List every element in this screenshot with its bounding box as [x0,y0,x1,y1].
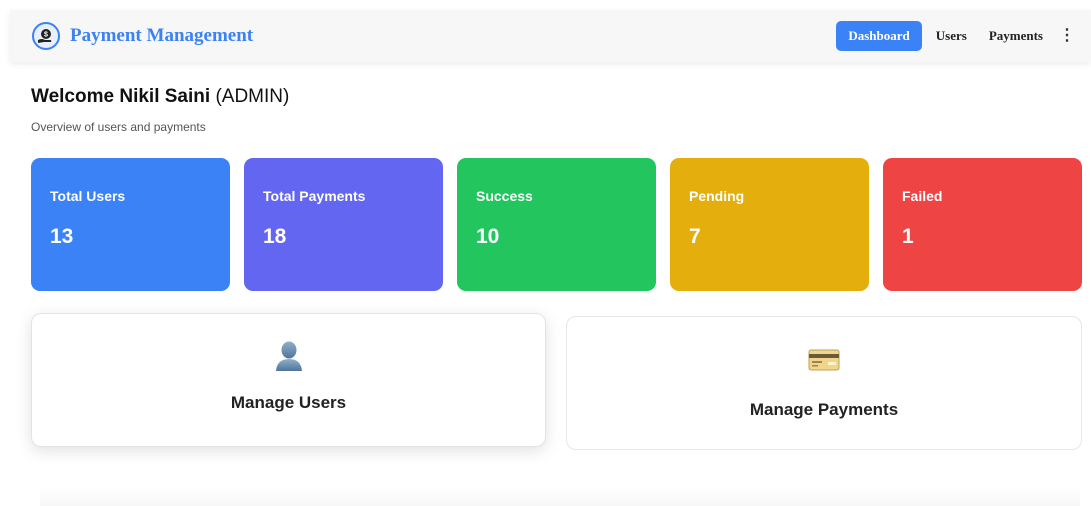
manage-payments-title: Manage Payments [749,400,899,419]
money-hand-logo-icon: $ [32,22,60,50]
stat-label: Total Payments [263,188,366,204]
more-menu-icon[interactable]: ⋮ [1057,28,1077,44]
manage-payments-card[interactable]: Manage Payments [566,316,1082,450]
welcome-heading: Welcome Nikil Saini (ADMIN) [31,86,289,108]
stat-value: 7 [689,225,701,248]
stat-label: Failed [902,188,943,204]
stat-value: 10 [476,225,500,248]
app-title[interactable]: Payment Management [70,25,253,47]
stat-card-total-payments: Total Payments 18 [244,158,443,291]
stat-value: 18 [263,225,287,248]
stat-value: 1 [902,225,914,248]
credit-card-icon [808,349,840,376]
manage-users-title: Manage Users [230,393,347,412]
user-icon [274,340,304,377]
brand[interactable]: $ Payment Management [32,22,253,50]
stat-card-pending: Pending 7 [670,158,869,291]
svg-text:$: $ [44,32,48,39]
page-subtitle: Overview of users and payments [31,120,206,134]
nav-dashboard[interactable]: Dashboard [836,21,922,51]
stat-value: 13 [50,225,74,248]
main-nav: Dashboard Users Payments ⋮ [836,21,1077,51]
stat-label: Total Users [50,188,126,204]
stat-card-success: Success 10 [457,158,656,291]
nav-users[interactable]: Users [928,21,975,51]
stat-card-failed: Failed 1 [883,158,1082,291]
manage-users-card[interactable]: Manage Users [31,313,546,447]
top-navbar: $ Payment Management Dashboard Users Pay… [10,10,1091,62]
stat-label: Success [476,188,533,204]
user-role: (ADMIN) [215,86,290,107]
footer-shadow [40,486,1080,506]
welcome-name: Welcome Nikil Saini [31,86,211,107]
stat-label: Pending [689,188,745,204]
nav-payments[interactable]: Payments [981,21,1051,51]
stat-card-total-users: Total Users 13 [31,158,230,291]
